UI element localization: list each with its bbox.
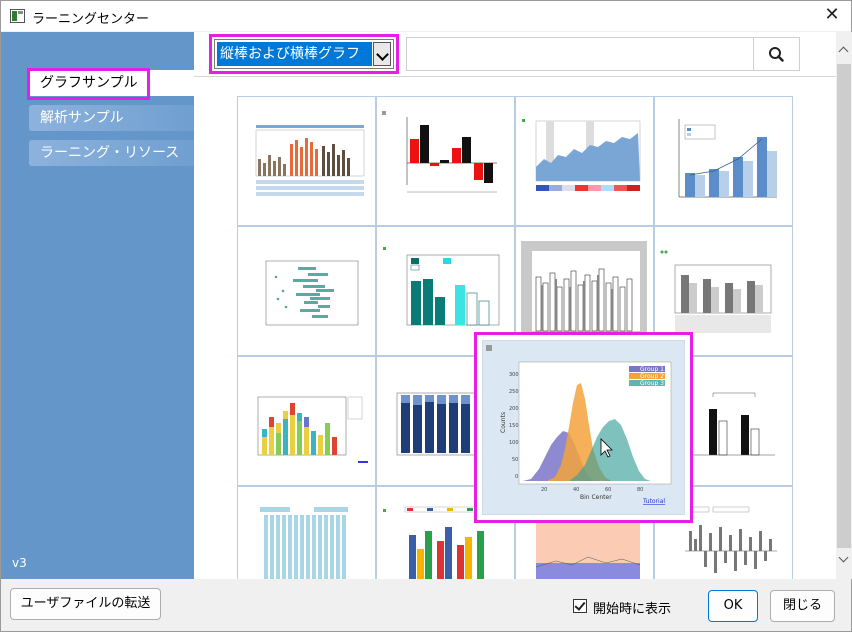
search-icon <box>769 47 784 62</box>
thumbnail-chart <box>255 125 365 196</box>
svg-text:100: 100 <box>509 440 519 446</box>
scroll-down-icon[interactable] <box>836 550 852 570</box>
x-axis-label: Bin Center <box>580 494 612 501</box>
sample-thumbnail[interactable] <box>237 226 376 356</box>
search-input[interactable] <box>406 37 754 71</box>
sample-thumbnail[interactable] <box>237 486 376 579</box>
scrollbar-thumb[interactable] <box>837 64 851 548</box>
svg-text:40: 40 <box>573 487 579 493</box>
search-button[interactable] <box>753 37 800 71</box>
toolbar-divider <box>194 76 836 77</box>
chevron-down-icon[interactable] <box>373 42 391 66</box>
sample-thumbnail[interactable] <box>237 356 376 486</box>
thumbnail-chart <box>522 119 641 191</box>
legend-group-2: Group 2 <box>640 373 664 380</box>
close-icon[interactable]: ✕ <box>819 5 845 27</box>
sidebar-item-analysis-samples[interactable]: 解析サンプル <box>29 105 194 131</box>
thumbnail-chart <box>257 396 368 463</box>
show-on-startup-label: 開始時に表示 <box>593 602 672 617</box>
tutorial-link[interactable]: Tutorial <box>642 498 665 505</box>
histogram-chart: 300 250 200 150 100 50 0 20 40 60 80 Group 1 Gro… <box>486 345 672 505</box>
svg-text:20: 20 <box>541 487 547 493</box>
svg-text:0: 0 <box>515 474 518 480</box>
ok-button[interactable]: OK <box>708 590 758 622</box>
version-label: v3 <box>12 556 27 570</box>
sample-thumbnail[interactable] <box>237 96 376 226</box>
sample-thumbnail[interactable] <box>376 96 515 226</box>
thumbnail-chart <box>678 119 777 198</box>
thumbnail-chart <box>260 507 348 579</box>
svg-text:80: 80 <box>637 487 643 493</box>
sidebar-item-learning-resources[interactable]: ラーニング・リソース <box>29 140 194 166</box>
thumbnail-chart <box>265 260 359 326</box>
svg-text:50: 50 <box>512 457 518 463</box>
svg-text:200: 200 <box>509 406 519 412</box>
svg-text:150: 150 <box>509 423 519 429</box>
app-icon <box>10 9 25 23</box>
sample-thumbnail[interactable] <box>515 96 654 226</box>
legend-group-3: Group 3 <box>640 380 664 387</box>
sample-preview-card[interactable]: 300 250 200 150 100 50 0 20 40 60 80 Group 1 Gro… <box>474 332 693 523</box>
vertical-scrollbar[interactable] <box>836 32 852 579</box>
y-axis-label: Counts <box>500 412 507 433</box>
category-selected: 縦棒および横棒グラフ <box>217 42 372 66</box>
transfer-user-files-button[interactable]: ユーザファイルの転送 <box>10 588 161 620</box>
sample-thumbnail[interactable] <box>654 96 793 226</box>
scroll-up-icon[interactable] <box>836 40 852 60</box>
title-bar: ラーニングセンター ✕ <box>1 1 851 31</box>
svg-text:60: 60 <box>605 487 611 493</box>
svg-text:250: 250 <box>509 389 519 395</box>
category-dropdown[interactable]: 縦棒および横棒グラフ <box>214 39 394 69</box>
close-button[interactable]: 閉じる <box>770 590 835 622</box>
window-title: ラーニングセンター <box>32 12 150 27</box>
svg-text:300: 300 <box>509 372 519 378</box>
learning-center-window: ラーニングセンター ✕ グラフサンプル 解析サンプル ラーニング・リソース v3… <box>0 0 852 632</box>
show-on-startup-checkbox[interactable] <box>573 599 587 613</box>
legend-group-1: Group 1 <box>640 366 664 373</box>
preview-chart-panel: 300 250 200 150 100 50 0 20 40 60 80 Group 1 Gro… <box>482 340 685 515</box>
thumbnail-chart <box>382 111 497 193</box>
sidebar-item-graph-samples[interactable]: グラフサンプル <box>29 70 194 96</box>
